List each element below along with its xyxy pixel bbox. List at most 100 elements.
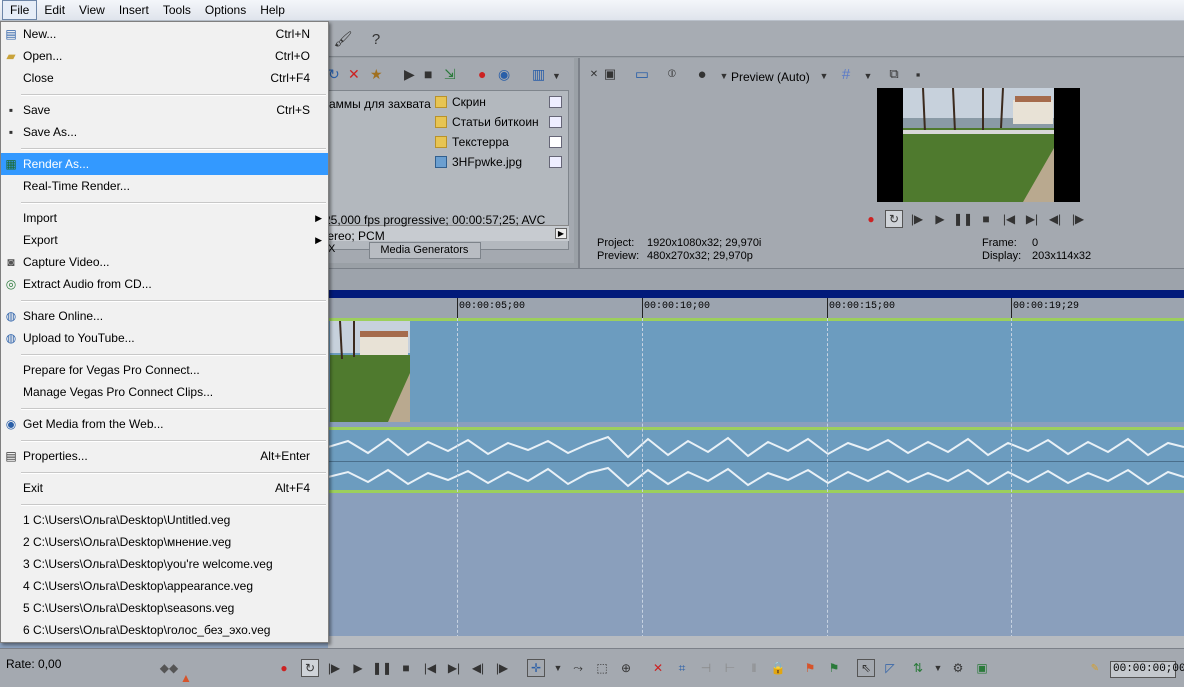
rate-slider-icon[interactable]: ◆◆ bbox=[160, 659, 178, 677]
play-from-start-icon[interactable]: |▶ bbox=[908, 210, 926, 228]
menu-item-recent-6[interactable]: 6 C:\Users\Ольга\Desktop\голос_без_эхо.v… bbox=[1, 619, 328, 641]
menu-item-recent-5[interactable]: 5 C:\Users\Ольга\Desktop\seasons.veg bbox=[1, 597, 328, 619]
grid-icon[interactable]: # bbox=[836, 64, 856, 84]
scroll-right-icon[interactable]: ▶ bbox=[555, 228, 567, 239]
tab-media-generators[interactable]: Media Generators bbox=[369, 242, 482, 259]
chevron-down-icon[interactable]: ▼ bbox=[549, 659, 567, 677]
menu-item-recent-3[interactable]: 3 C:\Users\Ольга\Desktop\you're welcome.… bbox=[1, 553, 328, 575]
next-frame-icon[interactable]: |▶ bbox=[493, 659, 511, 677]
menu-item-upload-youtube[interactable]: ◍ Upload to YouTube... bbox=[1, 327, 328, 349]
zoom-tool-icon[interactable]: ⊕ bbox=[617, 659, 635, 677]
marker-icon[interactable]: ⚑ bbox=[801, 659, 819, 677]
cursor-timecode[interactable]: 00:00:00;00 bbox=[1110, 661, 1184, 678]
go-to-start-icon[interactable]: |◀ bbox=[421, 659, 439, 677]
save-snapshot-icon[interactable]: ▪ bbox=[908, 64, 928, 84]
menu-file[interactable]: File bbox=[2, 0, 38, 20]
normal-edit-tool-icon[interactable]: ✛ bbox=[527, 659, 545, 677]
menu-item-prepare-connect[interactable]: Prepare for Vegas Pro Connect... bbox=[1, 359, 328, 381]
trim-icon[interactable]: ⌗ bbox=[673, 659, 691, 677]
help-pointer-icon[interactable]: ? bbox=[366, 29, 386, 49]
lock-envelopes-icon[interactable]: ▣ bbox=[973, 659, 991, 677]
timeline-scrollbar[interactable] bbox=[328, 636, 1184, 648]
list-item[interactable]: Текстерра bbox=[435, 133, 509, 151]
loop-playback-icon[interactable]: ↻ bbox=[301, 659, 319, 677]
menu-item-save-as[interactable]: ▪ Save As... bbox=[1, 121, 328, 143]
search-media-icon[interactable]: ◉ bbox=[498, 66, 510, 83]
menu-item-open[interactable]: ▰ Open... Ctrl+O bbox=[1, 45, 328, 67]
monitor-icon[interactable]: ▭ bbox=[632, 64, 652, 84]
previous-frame-icon[interactable]: ◀| bbox=[469, 659, 487, 677]
go-to-end-icon[interactable]: ▶| bbox=[445, 659, 463, 677]
loop-region-bar[interactable] bbox=[328, 290, 1184, 298]
properties-icon[interactable]: ▣ bbox=[600, 64, 620, 84]
delete-icon[interactable]: ✕ bbox=[348, 66, 360, 83]
menu-item-recent-2[interactable]: 2 C:\Users\Ольга\Desktop\мнение.veg bbox=[1, 531, 328, 553]
menu-item-recent-4[interactable]: 4 C:\Users\Ольга\Desktop\appearance.veg bbox=[1, 575, 328, 597]
menu-help[interactable]: Help bbox=[253, 1, 292, 19]
preview-quality-icon[interactable]: ● bbox=[692, 64, 712, 84]
menu-item-realtime-render[interactable]: Real-Time Render... bbox=[1, 175, 328, 197]
auto-preview-icon[interactable]: ⇲ bbox=[444, 66, 456, 83]
record-icon[interactable]: ● bbox=[275, 659, 293, 677]
crossfade-icon[interactable]: ⚙ bbox=[949, 659, 967, 677]
loop-playback-icon[interactable]: ↻ bbox=[885, 210, 903, 228]
menu-item-capture-video[interactable]: ◙ Capture Video... bbox=[1, 251, 328, 273]
menu-options[interactable]: Options bbox=[198, 1, 253, 19]
list-item[interactable]: 3HFpwke.jpg bbox=[435, 153, 522, 171]
refresh-icon[interactable]: ↻ bbox=[328, 66, 340, 83]
record-icon[interactable]: ● bbox=[478, 66, 486, 82]
ripple-mode-icon[interactable]: ⇅ bbox=[909, 659, 927, 677]
pause-icon[interactable]: ❚❚ bbox=[372, 659, 392, 677]
menu-insert[interactable]: Insert bbox=[112, 1, 156, 19]
views-icon[interactable]: ▥ bbox=[532, 66, 545, 83]
menu-item-import[interactable]: Import ▶ bbox=[1, 207, 328, 229]
list-item[interactable]: Скрин bbox=[435, 93, 486, 111]
delete-icon[interactable]: ✕ bbox=[649, 659, 667, 677]
play-icon[interactable]: ▶ bbox=[931, 210, 949, 228]
rate-marker-icon[interactable]: ▲ bbox=[177, 669, 195, 687]
menu-item-share-online[interactable]: ◍ Share Online... bbox=[1, 305, 328, 327]
stop-icon[interactable]: ■ bbox=[397, 659, 415, 677]
menu-item-save[interactable]: ▪ Save Ctrl+S bbox=[1, 99, 328, 121]
snapping-icon[interactable]: ⇖ bbox=[857, 659, 875, 677]
time-ruler[interactable]: 00:00:05;00 00:00:10;00 00:00:15;00 00:0… bbox=[328, 298, 1184, 318]
chevron-down-icon[interactable]: ▼ bbox=[858, 66, 878, 86]
menu-item-properties[interactable]: ▤ Properties... Alt+Enter bbox=[1, 445, 328, 467]
list-item[interactable]: Статьи биткоин bbox=[435, 113, 539, 131]
menu-item-export[interactable]: Export ▶ bbox=[1, 229, 328, 251]
chevron-down-icon[interactable]: ▼ bbox=[552, 71, 561, 81]
play-icon[interactable]: ▶ bbox=[404, 66, 415, 83]
auto-ripple-icon[interactable]: ◸ bbox=[881, 659, 899, 677]
play-from-start-icon[interactable]: |▶ bbox=[325, 659, 343, 677]
envelope-tool-icon[interactable]: ⤳ bbox=[569, 659, 587, 677]
chevron-down-icon[interactable]: ▼ bbox=[929, 659, 947, 677]
menu-view[interactable]: View bbox=[72, 1, 112, 19]
play-icon[interactable]: ▶ bbox=[349, 659, 367, 677]
go-to-end-icon[interactable]: ▶| bbox=[1023, 210, 1041, 228]
lock-icon[interactable]: 🔒 bbox=[769, 659, 787, 677]
menu-item-manage-connect[interactable]: Manage Vegas Pro Connect Clips... bbox=[1, 381, 328, 403]
region-icon[interactable]: ⚑ bbox=[825, 659, 843, 677]
chevron-down-icon[interactable]: ▼ bbox=[814, 66, 834, 86]
selection-tool-icon[interactable]: ⬚ bbox=[593, 659, 611, 677]
trim-end-icon[interactable]: ⊢ bbox=[721, 659, 739, 677]
menu-item-new[interactable]: ▤ New... Ctrl+N bbox=[1, 23, 328, 45]
preview-quality-label[interactable]: Preview (Auto) bbox=[731, 70, 810, 84]
menu-item-recent-1[interactable]: 1 C:\Users\Ольга\Desktop\Untitled.veg bbox=[1, 509, 328, 531]
record-icon[interactable]: ● bbox=[862, 210, 880, 228]
next-frame-icon[interactable]: |▶ bbox=[1069, 210, 1087, 228]
menu-item-close[interactable]: Close Ctrl+F4 bbox=[1, 67, 328, 89]
brush-icon[interactable]: 🖌 bbox=[333, 29, 353, 49]
stop-icon[interactable]: ■ bbox=[424, 66, 432, 82]
go-to-start-icon[interactable]: |◀ bbox=[1000, 210, 1018, 228]
split-icon[interactable]: ‖ bbox=[745, 659, 763, 677]
menu-tools[interactable]: Tools bbox=[156, 1, 198, 19]
previous-frame-icon[interactable]: ◀| bbox=[1046, 210, 1064, 228]
menu-edit[interactable]: Edit bbox=[37, 1, 72, 19]
stop-icon[interactable]: ■ bbox=[977, 210, 995, 228]
favorites-icon[interactable]: ★ bbox=[370, 66, 383, 83]
menu-item-exit[interactable]: Exit Alt+F4 bbox=[1, 477, 328, 499]
menu-item-extract-audio[interactable]: ◎ Extract Audio from CD... bbox=[1, 273, 328, 295]
copy-snapshot-icon[interactable]: ⧉ bbox=[884, 64, 904, 84]
menu-item-render-as[interactable]: ▦ Render As... bbox=[1, 153, 328, 175]
